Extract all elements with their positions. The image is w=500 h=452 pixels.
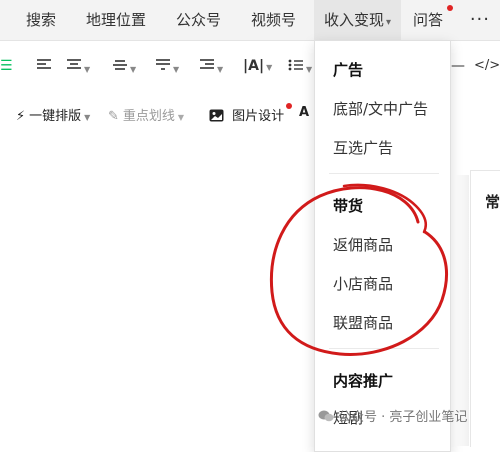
align-center-icon[interactable]: ▼ [66,58,90,76]
lightning-icon: ⚡ [16,109,26,124]
menu-item-shop-products[interactable]: 小店商品 [333,273,393,294]
one-click-layout-label: 一键排版 [29,109,82,124]
notification-dot [447,5,453,11]
chevron-down-icon: ▾ [386,17,392,28]
bullet-list-icon[interactable]: ▼ [288,58,312,76]
letter-spacing-icon[interactable]: |A| ▼ [243,58,272,74]
tab-monetization[interactable]: 收入变现 ▾ [314,0,402,40]
section-heading-ads: 广告 [333,61,364,79]
top-menu-bar: 搜索 地理位置 公众号 视频号 收入变现 ▾ 问答 ··· [0,0,500,41]
align-left-icon[interactable] [36,58,52,76]
paragraph-spacing-icon[interactable]: ▼ [155,58,179,76]
more-icon[interactable]: ··· [470,9,490,30]
divider [329,173,439,174]
indent-icon[interactable]: ▼ [199,58,223,76]
menu-item-alliance-products[interactable]: 联盟商品 [333,312,393,333]
watermark-text: 公众号 · 亮子创业笔记 [338,410,468,425]
list-icon[interactable]: ☰ [0,58,13,74]
tab-channels[interactable]: 视频号 [251,0,296,40]
text-style-icon[interactable]: A [299,105,309,120]
highlighter-icon: ✎ [108,109,119,124]
watermark: 公众号 · 亮子创业笔记 [318,406,467,425]
notification-dot [286,103,292,109]
key-underline-label: 重点划线 [122,109,175,124]
line-height-icon[interactable]: ▼ [112,58,136,76]
tab-location[interactable]: 地理位置 [86,0,146,40]
menu-item-mutual-ads[interactable]: 互选广告 [333,137,393,158]
wechat-icon [318,409,334,423]
tab-monetization-label: 收入变现 [324,11,385,29]
section-heading-content-promotion: 内容推广 [333,372,394,390]
image-design-label: 图片设计 [232,109,285,124]
right-panel-title: 常 [485,193,500,211]
image-design-button[interactable]: 图片设计 [209,105,284,124]
divider [329,348,439,349]
tab-qa[interactable]: 问答 [413,0,443,40]
section-heading-products: 带货 [333,197,364,215]
divider-icon[interactable]: — [451,58,465,74]
chevron-down-icon: ▼ [177,113,185,122]
monetization-dropdown: 广告 底部/文中广告 互选广告 带货 返佣商品 小店商品 联盟商品 内容推广 短… [314,40,451,452]
tab-search[interactable]: 搜索 [26,0,56,40]
tab-official-account[interactable]: 公众号 [176,0,221,40]
chevron-down-icon: ▼ [84,113,91,122]
one-click-layout-button[interactable]: ⚡ 一键排版 ▼ [16,105,90,124]
menu-item-bottom-inline-ads[interactable]: 底部/文中广告 [333,98,428,119]
key-underline-button[interactable]: ✎ 重点划线 ▼ [108,105,184,124]
image-icon [209,109,228,124]
right-side-panel: 常 [470,170,500,447]
menu-item-rebate-products[interactable]: 返佣商品 [333,234,393,255]
code-icon[interactable]: </> [474,58,500,73]
